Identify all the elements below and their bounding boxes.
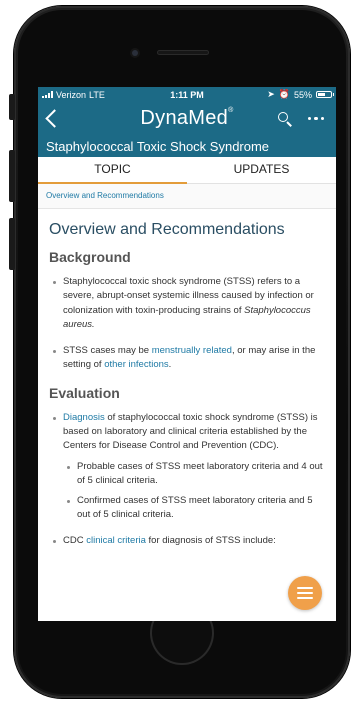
battery-icon	[316, 91, 334, 98]
search-icon[interactable]	[277, 111, 292, 127]
section-heading: Overview and Recommendations	[49, 221, 285, 238]
volume-up-button	[9, 150, 15, 202]
mute-switch	[9, 94, 15, 120]
evaluation-text-2b: for diagnosis of STSS include:	[145, 534, 276, 546]
front-camera	[132, 50, 138, 56]
brand-mark: ®	[228, 107, 234, 114]
tab-updates[interactable]: UPDATES	[187, 157, 336, 183]
diagnosis-link[interactable]: Diagnosis	[63, 412, 105, 423]
list-item: Staphylococcal toxic shock syndrome (STS…	[49, 275, 324, 332]
content-area: Overview and Recommendations Background …	[38, 221, 336, 548]
list-item: STSS cases may be menstrually related, o…	[49, 344, 324, 373]
status-time: 1:11 PM	[170, 89, 204, 100]
background-heading: Background	[49, 249, 131, 265]
other-infections-link[interactable]: other infections	[104, 359, 168, 370]
background-list: Staphylococcal toxic shock syndrome (STS…	[49, 275, 324, 373]
status-bar: Verizon LTE 1:11 PM ➤ ⏰ 55%	[38, 87, 336, 102]
sub-list-item: Confirmed cases of STSS meet laboratory …	[63, 494, 324, 522]
menstrually-related-link[interactable]: menstrually related	[152, 345, 232, 356]
evaluation-list: Diagnosis of staphylococcal toxic shock …	[49, 411, 324, 548]
earpiece-speaker	[157, 50, 209, 55]
nav-bar: DynaMed®	[38, 102, 336, 135]
list-item: CDC clinical criteria for diagnosis of S…	[49, 534, 324, 548]
clinical-criteria-link[interactable]: clinical criteria	[86, 535, 146, 546]
list-icon	[297, 587, 313, 599]
list-item: Diagnosis of staphylococcal toxic shock …	[49, 411, 324, 522]
volume-down-button	[9, 218, 15, 270]
evaluation-heading: Evaluation	[49, 384, 120, 401]
criteria-sublist: Probable cases of STSS meet laboratory c…	[63, 460, 324, 522]
tab-topic[interactable]: TOPIC	[38, 157, 187, 184]
breadcrumb[interactable]: Overview and Recommendations	[38, 184, 336, 209]
topic-title: Staphylococcal Toxic Shock Syndrome	[38, 135, 336, 157]
screen: Verizon LTE 1:11 PM ➤ ⏰ 55% DynaMed® Sta…	[38, 87, 336, 621]
evaluation-text-2a: CDC	[63, 534, 87, 546]
tab-bar: TOPIC UPDATES	[38, 157, 336, 184]
sub-list-item: Probable cases of STSS meet laboratory c…	[63, 460, 324, 488]
brand-name: DynaMed	[140, 107, 229, 129]
outline-button[interactable]	[288, 576, 322, 610]
background-text-2c: .	[168, 359, 172, 371]
background-text-2a: STSS cases may be	[63, 345, 152, 357]
